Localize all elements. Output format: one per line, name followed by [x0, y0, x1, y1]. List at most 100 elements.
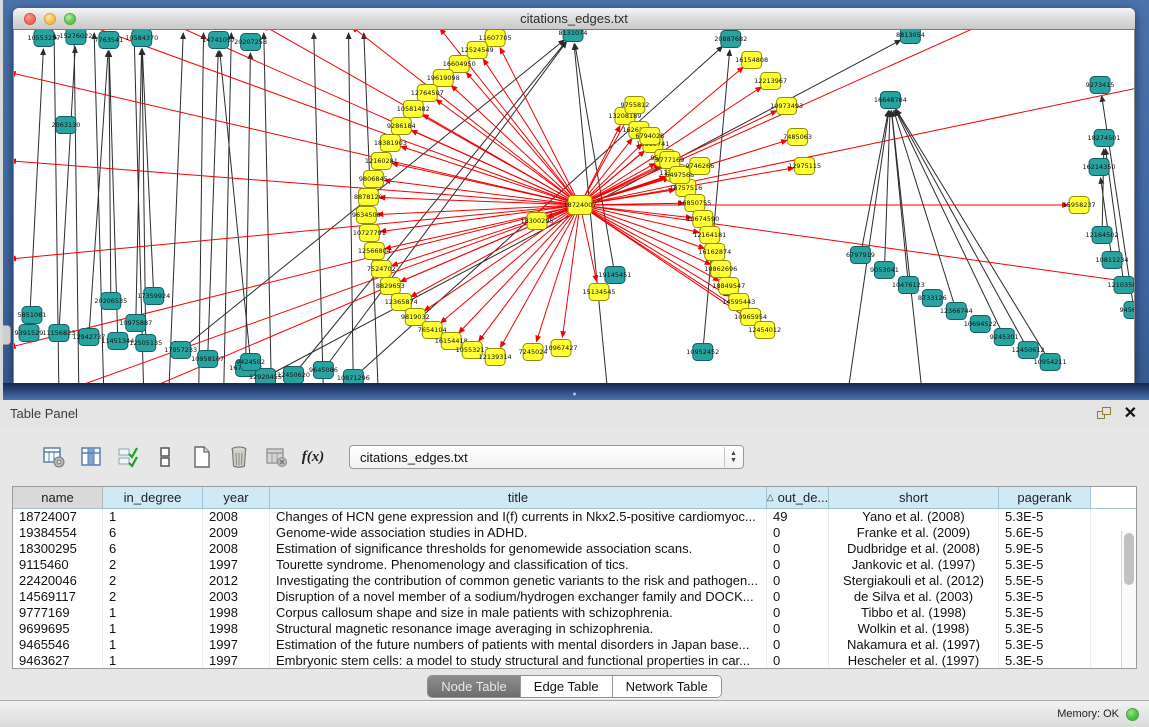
network-node-selected[interactable]: 7524702 — [367, 261, 396, 278]
table-cell[interactable]: 1997 — [203, 557, 270, 573]
network-node[interactable]: 18274501 — [1088, 130, 1121, 147]
network-node[interactable]: 14741057 — [202, 32, 235, 49]
table-cell[interactable]: 18300295 — [13, 541, 103, 557]
table-scrollbar[interactable] — [1121, 531, 1136, 668]
network-edge[interactable] — [224, 33, 232, 383]
network-node[interactable]: 17359924 — [137, 288, 170, 305]
network-edge[interactable] — [349, 33, 354, 383]
close-panel-icon[interactable]: ✕ — [1124, 407, 1137, 421]
network-node[interactable]: 5851061 — [18, 307, 47, 324]
network-node-selected[interactable]: 10581482 — [397, 101, 430, 118]
network-node-selected[interactable]: 14595443 — [722, 294, 755, 311]
table-cell[interactable]: 9699695 — [13, 621, 103, 637]
panel-divider-grip[interactable]: ● — [568, 392, 582, 397]
network-node-selected[interactable]: 10967427 — [545, 340, 578, 357]
table-cell[interactable]: 0 — [767, 605, 829, 621]
network-node-selected[interactable]: 9286184 — [387, 118, 416, 135]
table-row[interactable]: 911546021997Tourette syndrome. Phenomeno… — [13, 557, 1136, 573]
network-node-selected[interactable]: 9777169 — [655, 152, 684, 169]
network-node[interactable]: 15276022 — [59, 30, 92, 45]
table-cell[interactable]: 1998 — [203, 605, 270, 621]
table-cell[interactable]: 2009 — [203, 525, 270, 541]
table-cell[interactable]: Wolkin et al. (1998) — [829, 621, 999, 637]
table-cell[interactable]: 1997 — [203, 637, 270, 653]
network-node[interactable]: 10553257 — [27, 30, 60, 47]
network-node-selected[interactable]: 12164181 — [693, 227, 726, 244]
network-edge[interactable] — [860, 111, 888, 255]
network-node[interactable]: 9273415 — [1086, 77, 1115, 94]
table-mode-button[interactable] — [40, 443, 68, 471]
table-cell[interactable]: 1 — [103, 621, 203, 637]
network-node-selected[interactable]: 7245024 — [519, 344, 548, 361]
table-cell[interactable]: 0 — [767, 589, 829, 605]
zoom-window-button[interactable] — [64, 13, 76, 25]
network-node[interactable]: 9245301 — [990, 329, 1019, 346]
table-cell[interactable]: Structural magnetic resonance image aver… — [270, 621, 767, 637]
network-edge-selected[interactable] — [580, 205, 704, 248]
network-node-selected[interactable]: 16850755 — [678, 195, 711, 212]
table-cell[interactable]: 0 — [767, 653, 829, 668]
table-cell[interactable]: Jankovic et al. (1997) — [829, 557, 999, 573]
function-builder-button[interactable]: f(x) — [299, 443, 327, 471]
table-cell[interactable]: 5.3E-5 — [999, 605, 1091, 621]
network-node-selected[interactable]: 9634508 — [352, 207, 381, 224]
table-cell[interactable]: 2 — [103, 557, 203, 573]
network-node[interactable]: 10952452 — [686, 344, 719, 361]
network-node-selected[interactable]: 9806845 — [359, 171, 388, 188]
network-edge-selected[interactable] — [263, 30, 580, 205]
table-cell[interactable]: Stergiakouli et al. (2012) — [829, 573, 999, 589]
network-node[interactable]: 10584370 — [125, 30, 158, 47]
column-header-out_de[interactable]: △out_de... — [767, 487, 829, 509]
tab-edge-table[interactable]: Edge Table — [521, 676, 613, 697]
table-cell[interactable]: Estimation of significance thresholds fo… — [270, 541, 767, 557]
network-node-selected[interactable]: 16162874 — [698, 244, 731, 261]
network-node[interactable]: 9645086 — [309, 362, 338, 379]
network-node[interactable]: 8813054 — [896, 30, 925, 44]
network-node[interactable]: 11156823 — [42, 325, 75, 342]
table-cell[interactable]: 5.3E-5 — [999, 509, 1091, 525]
network-node-hub[interactable]: 18724007 — [563, 196, 596, 215]
table-cell[interactable]: 5.3E-5 — [999, 589, 1091, 605]
network-edge[interactable] — [314, 33, 324, 383]
network-node-selected[interactable]: 12160281 — [365, 153, 398, 170]
table-cell[interactable]: Dudbridge et al. (2008) — [829, 541, 999, 557]
table-cell[interactable]: 5.3E-5 — [999, 637, 1091, 653]
table-cell[interactable]: 2 — [103, 573, 203, 589]
network-node[interactable]: 20887682 — [714, 31, 747, 48]
network-edge-selected[interactable] — [401, 146, 580, 205]
select-columns-button[interactable] — [114, 443, 142, 471]
memory-status-indicator[interactable] — [1126, 708, 1139, 721]
column-header-title[interactable]: title — [270, 487, 767, 509]
network-node[interactable]: 9456042 — [1120, 302, 1134, 319]
table-scrollbar-thumb[interactable] — [1124, 533, 1134, 585]
table-cell[interactable]: Genome-wide association studies in ADHD. — [270, 525, 767, 541]
table-cell[interactable]: Hescheler et al. (1997) — [829, 653, 999, 668]
network-node-selected[interactable]: 15134545 — [582, 284, 615, 301]
tab-network-table[interactable]: Network Table — [613, 676, 721, 697]
network-edge[interactable] — [323, 42, 566, 370]
network-window[interactable]: citations_edges.txt 18724007116077051252… — [13, 8, 1135, 383]
table-row[interactable]: 1830029562008Estimation of significance … — [13, 541, 1136, 557]
table-cell[interactable]: 5.3E-5 — [999, 621, 1091, 637]
network-node-selected[interactable]: 8829653 — [376, 278, 405, 295]
network-node[interactable]: 19145451 — [598, 267, 631, 284]
collapse-panel-handle[interactable] — [3, 325, 11, 345]
tab-node-table[interactable]: Node Table — [428, 676, 521, 697]
table-cell[interactable]: 49 — [767, 509, 829, 525]
table-cell[interactable]: 0 — [767, 525, 829, 541]
minimize-window-button[interactable] — [44, 13, 56, 25]
network-edge[interactable] — [199, 33, 204, 383]
network-node[interactable]: 10811234 — [1096, 252, 1129, 269]
table-cell[interactable]: 9465546 — [13, 637, 103, 653]
table-row[interactable]: 946362711997Embryonic stem cells: a mode… — [13, 653, 1136, 668]
table-cell[interactable]: 22420046 — [13, 573, 103, 589]
close-window-button[interactable] — [24, 13, 36, 25]
table-cell[interactable]: Embryonic stem cells: a model to study s… — [270, 653, 767, 668]
network-node[interactable]: 8733126 — [918, 290, 947, 307]
table-cell[interactable]: 18724007 — [13, 509, 103, 525]
network-canvas[interactable]: 1872400711607705125245491660495019619098… — [13, 30, 1135, 383]
create-column-button[interactable] — [188, 443, 216, 471]
table-cell[interactable]: 0 — [767, 573, 829, 589]
table-cell[interactable]: Franke et al. (2009) — [829, 525, 999, 541]
network-node[interactable]: 10975887 — [119, 315, 152, 332]
